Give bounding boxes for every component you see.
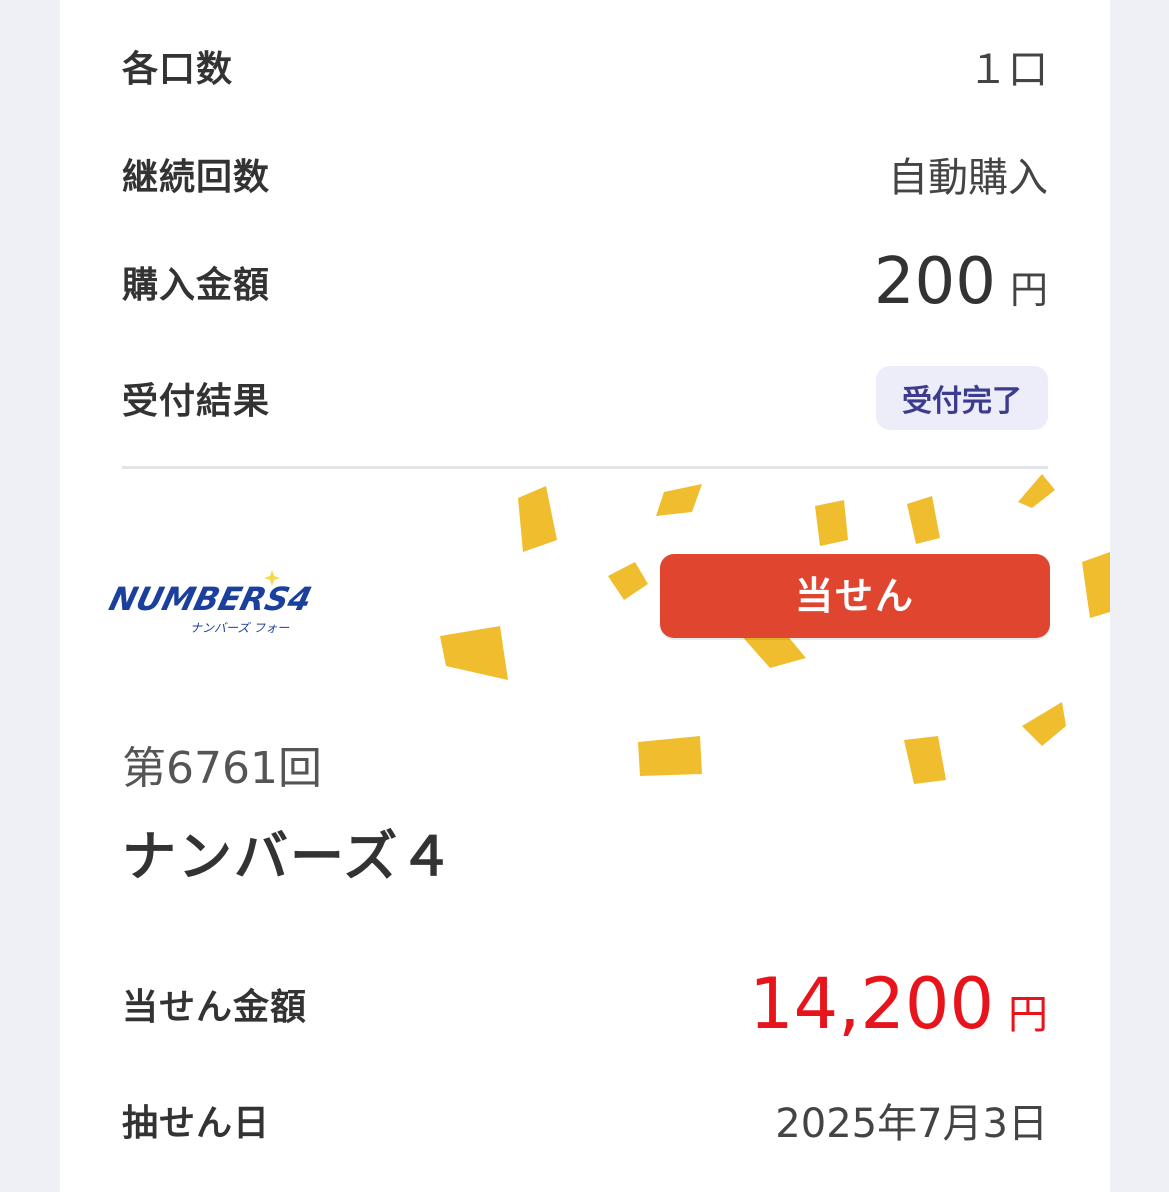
confetti-piece	[1022, 702, 1066, 746]
game-name: ナンバーズ４	[122, 825, 456, 888]
prize-unit: 円	[1008, 992, 1048, 1038]
draw-date-value: 2025年7月3日	[775, 1101, 1048, 1147]
confetti-piece	[1082, 552, 1110, 618]
draw-round: 第6761回	[122, 743, 322, 794]
draw-date-label: 抽せん日	[122, 1103, 271, 1144]
confetti-piece	[740, 634, 806, 668]
purchase-amount-unit: 円	[1009, 268, 1048, 312]
continuation-row: 継続回数 自動購入	[122, 134, 1048, 214]
confetti-piece	[440, 626, 508, 680]
units-value: １口	[968, 47, 1048, 93]
logo-subtext: ナンバーズ フォー	[190, 621, 290, 635]
units-row: 各口数 １口	[122, 26, 1048, 106]
continuation-label: 継続回数	[122, 157, 271, 198]
confetti-piece	[1018, 474, 1055, 508]
confetti-piece	[904, 736, 946, 784]
status-row: 受付結果 受付完了	[122, 358, 1048, 438]
confetti-piece	[907, 496, 940, 544]
continuation-value: 自動購入	[888, 155, 1048, 201]
confetti-piece	[608, 562, 648, 600]
purchase-amount-label: 購入金額	[122, 265, 271, 306]
prize-row: 当せん金額 14,200 円	[122, 963, 1048, 1045]
status-label: 受付結果	[122, 381, 271, 422]
units-label: 各口数	[122, 49, 234, 90]
numbers4-logo: NUMBERS4 ナンバーズ フォー	[105, 570, 316, 635]
section-divider	[122, 466, 1048, 469]
confetti-piece	[656, 484, 702, 516]
purchase-amount-number: 200	[873, 245, 996, 319]
prize-value: 14,200 円	[749, 963, 1048, 1045]
purchase-detail-card: 各口数 １口 継続回数 自動購入 購入金額 200 円 受付結果 受付完了 NU…	[60, 0, 1110, 1192]
purchase-amount-row: 購入金額 200 円	[122, 242, 1048, 322]
logo-wordmark: NUMBERS4	[106, 580, 316, 617]
confetti-piece	[815, 500, 848, 546]
purchase-amount-value: 200 円	[874, 245, 1048, 319]
draw-date-row: 抽せん日 2025年7月3日	[122, 1080, 1048, 1160]
confetti-piece	[638, 736, 702, 776]
prize-amount: 14,200	[749, 963, 994, 1045]
prize-label: 当せん金額	[122, 987, 308, 1028]
win-status-button[interactable]: 当せん	[660, 554, 1050, 638]
confetti-piece	[518, 486, 557, 552]
status-badge: 受付完了	[876, 366, 1048, 430]
